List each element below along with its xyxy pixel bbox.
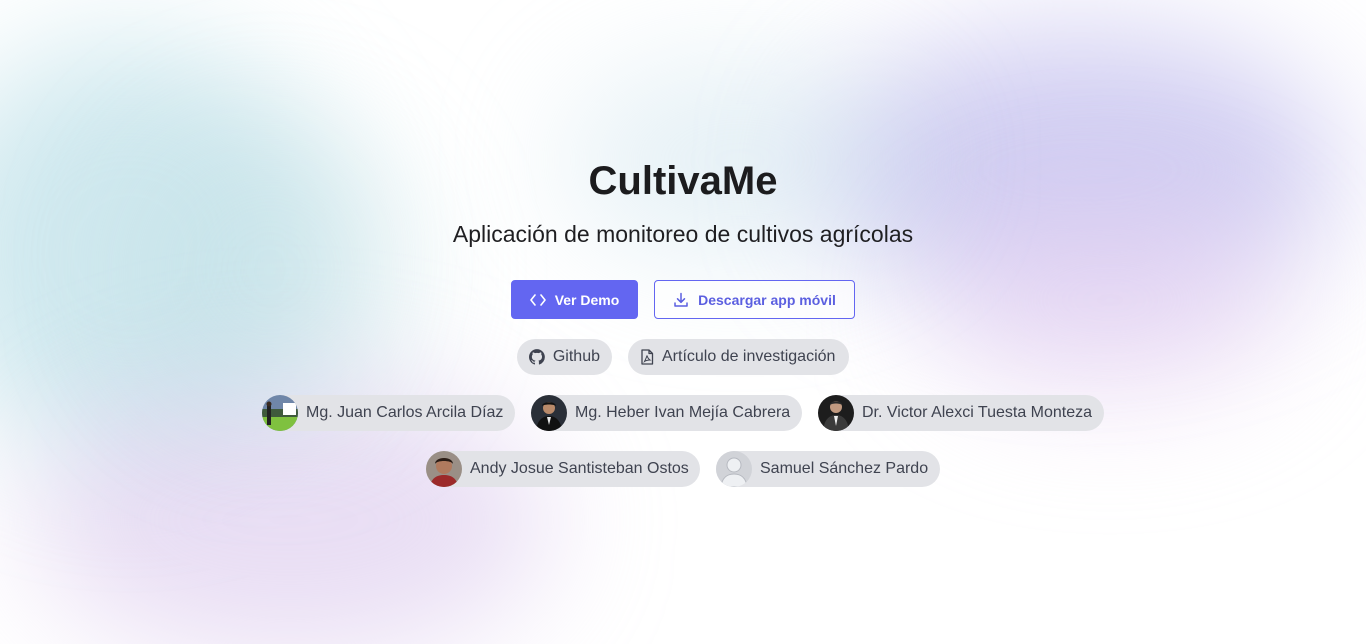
download-app-label: Descargar app móvil (698, 291, 836, 308)
view-demo-label: Ver Demo (554, 291, 620, 308)
pdf-file-icon (641, 349, 654, 365)
author-chip[interactable]: Andy Josue Santisteban Ostos (426, 451, 700, 487)
author-chip[interactable]: Samuel Sánchez Pardo (716, 451, 940, 487)
landing-page: CultivaMe Aplicación de monitoreo de cul… (0, 0, 1366, 644)
author-chip[interactable]: Mg. Juan Carlos Arcila Díaz (262, 395, 515, 431)
view-demo-button[interactable]: Ver Demo (511, 280, 638, 319)
author-chip[interactable]: Mg. Heber Ivan Mejía Cabrera (531, 395, 802, 431)
github-label: Github (552, 348, 600, 365)
author-name: Andy Josue Santisteban Ostos (470, 460, 689, 477)
hero-section: CultivaMe Aplicación de monitoreo de cul… (0, 0, 1366, 644)
default-avatar-icon (716, 451, 752, 487)
github-link[interactable]: Github (517, 339, 612, 375)
code-icon (529, 293, 546, 306)
author-avatar (262, 395, 298, 431)
author-name: Mg. Juan Carlos Arcila Díaz (306, 404, 504, 421)
github-icon (529, 349, 545, 365)
download-icon (674, 292, 688, 307)
download-app-button[interactable]: Descargar app móvil (654, 280, 855, 319)
page-title: CultivaMe (588, 159, 778, 203)
author-name: Samuel Sánchez Pardo (760, 460, 929, 477)
author-avatar (531, 395, 567, 431)
research-paper-link[interactable]: Artículo de investigación (628, 339, 849, 375)
author-name: Mg. Heber Ivan Mejía Cabrera (575, 404, 791, 421)
author-chip[interactable]: Dr. Victor Alexci Tuesta Monteza (818, 395, 1104, 431)
research-paper-label: Artículo de investigación (662, 348, 836, 365)
page-subtitle: Aplicación de monitoreo de cultivos agrí… (452, 221, 914, 247)
author-name: Dr. Victor Alexci Tuesta Monteza (862, 404, 1093, 421)
author-avatar (818, 395, 854, 431)
author-avatar (426, 451, 462, 487)
